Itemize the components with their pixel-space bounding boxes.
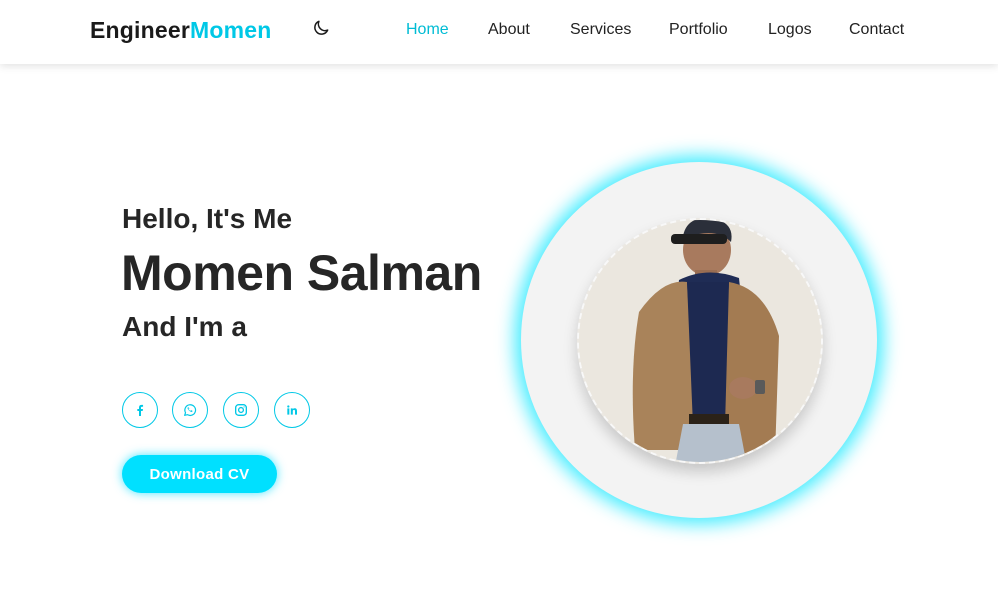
download-cv-button[interactable]: Download CV xyxy=(122,455,277,493)
facebook-icon[interactable] xyxy=(122,392,158,428)
linkedin-icon[interactable] xyxy=(274,392,310,428)
navbar: EngineerMomen Home About Services Portfo… xyxy=(0,0,998,64)
whatsapp-icon[interactable] xyxy=(172,392,208,428)
hero-name: Momen Salman xyxy=(121,245,482,301)
profile-photo xyxy=(577,218,823,464)
instagram-icon[interactable] xyxy=(223,392,259,428)
nav-link-about[interactable]: About xyxy=(488,21,530,39)
hero-role: And I'm a xyxy=(122,311,247,342)
nav-link-services[interactable]: Services xyxy=(570,21,631,39)
nav-link-contact[interactable]: Contact xyxy=(849,21,904,39)
nav-link-logos[interactable]: Logos xyxy=(768,21,812,39)
nav-links: Home About Services Portfolio Logos Cont… xyxy=(0,21,998,41)
hero-greeting: Hello, It's Me xyxy=(122,203,293,234)
nav-link-home[interactable]: Home xyxy=(406,21,449,39)
nav-link-portfolio[interactable]: Portfolio xyxy=(669,21,728,39)
